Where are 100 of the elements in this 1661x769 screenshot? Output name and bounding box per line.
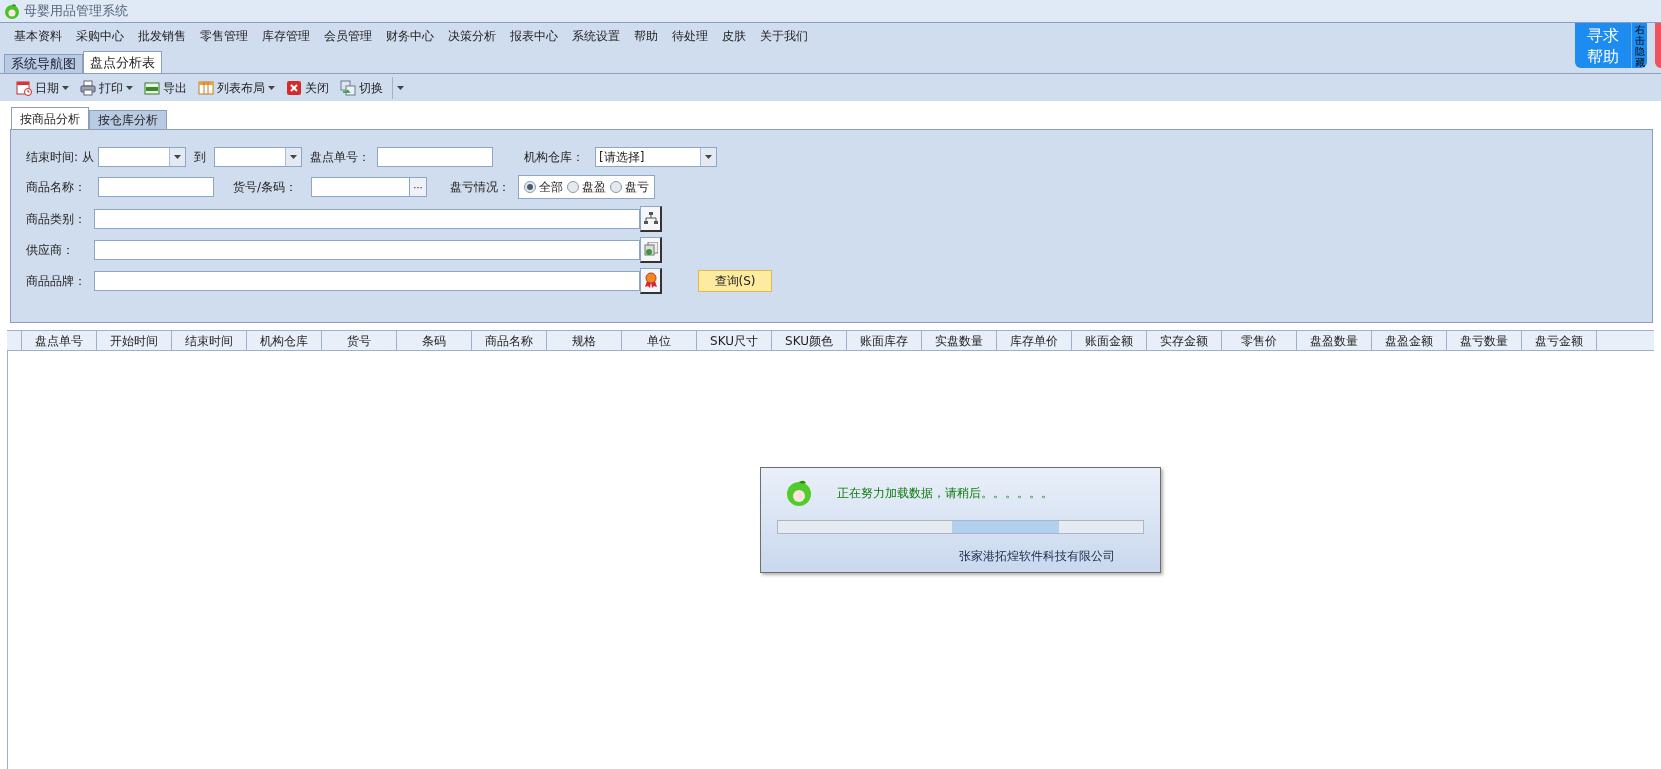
column-header[interactable]: 账面金额 [1072,331,1147,350]
toolbar-button[interactable]: 切换 [338,76,385,99]
dropdown-caret-icon [290,154,297,159]
menu-item[interactable]: 会员管理 [322,27,374,45]
field-label: 供应商： [26,241,75,259]
menu-item[interactable]: 批发销售 [136,27,188,45]
menu-item[interactable]: 决策分析 [446,27,498,45]
chevron-down-icon [396,85,404,90]
field-label: 盘亏情况： [450,179,511,196]
field-label: 商品名称： [26,179,87,196]
column-header[interactable]: 机构仓库 [247,331,322,350]
window-title: 母婴用品管理系统 [24,2,128,21]
apple-mascot-icon [785,479,813,507]
menu-item[interactable]: 帮助 [632,27,660,45]
column-header[interactable]: 盘盈数量 [1297,331,1372,350]
help-button[interactable]: 寻求 帮助 右击隐藏 [1575,23,1647,68]
column-header[interactable]: 盘亏金额 [1522,331,1597,350]
menu-item[interactable]: 关于我们 [758,27,810,45]
view-tab[interactable]: 按商品分析 [11,107,89,129]
column-header[interactable]: 盘盈金额 [1372,331,1447,350]
menu-item[interactable]: 零售管理 [198,27,250,45]
view-tab[interactable]: 按仓库分析 [89,110,167,129]
radio-button[interactable] [524,181,536,193]
radio-label: 盘盈 [582,179,606,196]
toolbar-button[interactable]: 列表布局 [196,76,277,99]
menu-item[interactable]: 财务中心 [384,27,436,45]
document-tab[interactable]: 盘点分析表 [83,51,162,73]
column-header[interactable]: SKU尺寸 [697,331,772,350]
menu-item[interactable]: 采购中心 [74,27,126,45]
field-label: 机构仓库： [524,148,585,166]
column-header[interactable]: 单位 [622,331,697,350]
menu-item[interactable]: 基本资料 [12,27,64,45]
picker-button[interactable] [640,236,662,263]
field-label: 商品类别： [26,210,87,228]
picker-button[interactable] [640,267,662,294]
column-header[interactable]: 规格 [547,331,622,350]
field-label: 货号/条码： [233,179,299,196]
caret-icon [62,85,69,90]
field-label: 结束时间: 从 [26,148,95,166]
field-label: 盘点单号： [310,148,371,166]
menu-item[interactable]: 系统设置 [570,27,622,45]
column-header[interactable]: 盘亏数量 [1447,331,1522,350]
toolbar-button[interactable]: 导出 [142,76,189,99]
toolbar-button[interactable]: 日期 [14,76,71,99]
document-tab[interactable]: 系统导航图 [4,54,83,73]
table-icon [198,79,214,96]
date-picker[interactable] [98,146,186,167]
date-picker[interactable] [214,146,302,167]
menu-item[interactable]: 报表中心 [508,27,560,45]
apple-logo-icon [4,3,20,19]
hide-hint: 右击隐藏 [1631,23,1647,68]
company-name: 张家港拓煌软件科技有限公司 [959,548,1116,565]
close-icon [286,79,302,96]
field-label: 到 [194,148,206,166]
dropdown-caret-icon [174,154,181,159]
query-button[interactable]: 查询(S) [698,269,772,292]
menu-item[interactable]: 库存管理 [260,27,312,45]
radio-button[interactable] [567,181,579,193]
help-label: 寻求 [1587,24,1619,46]
caret-icon [126,85,133,90]
column-header[interactable]: SKU颜色 [772,331,847,350]
radio-label: 全部 [539,179,563,196]
column-header[interactable]: 盘点单号 [22,331,97,350]
input-field[interactable] [94,239,640,260]
field-label: 商品品牌： [26,272,87,290]
browse-button[interactable]: ··· [410,177,427,197]
radio-label: 盘亏 [625,179,649,196]
column-header[interactable]: 结束时间 [172,331,247,350]
documents-icon [643,242,658,256]
warehouse-select[interactable]: [请选择] [595,146,717,167]
input-field[interactable] [311,177,410,197]
menu-item[interactable]: 待处理 [670,27,710,45]
column-header[interactable]: 开始时间 [97,331,172,350]
column-header[interactable]: 货号 [322,331,397,350]
printer-icon [80,79,96,96]
picker-button[interactable] [640,205,662,232]
input-field[interactable] [377,146,493,167]
column-header[interactable]: 条码 [397,331,472,350]
help-label: 帮助 [1587,45,1619,67]
column-header[interactable]: 账面库存 [847,331,922,350]
input-field[interactable] [98,177,214,197]
caret-icon [268,85,275,90]
award-ribbon-icon [643,272,658,288]
input-field[interactable] [94,270,640,291]
hierarchy-icon [643,212,658,224]
column-header[interactable]: 实存金额 [1147,331,1222,350]
menu-item[interactable]: 皮肤 [720,27,748,45]
toolbar-button[interactable]: 关闭 [284,76,331,99]
column-header[interactable]: 零售价 [1222,331,1297,350]
radio-button[interactable] [610,181,622,193]
input-field[interactable] [94,208,640,229]
overflow-button[interactable] [392,76,407,99]
calendar-icon [16,79,32,96]
loading-message: 正在努力加载数据，请稍后。。。。。。 [837,485,1053,502]
column-header[interactable]: 实盘数量 [922,331,997,350]
toolbar-button[interactable]: 打印 [78,76,135,99]
column-header[interactable]: 商品名称 [472,331,547,350]
dropdown-caret-icon [705,154,712,159]
column-header[interactable]: 库存单价 [997,331,1072,350]
switch-icon [340,79,356,96]
